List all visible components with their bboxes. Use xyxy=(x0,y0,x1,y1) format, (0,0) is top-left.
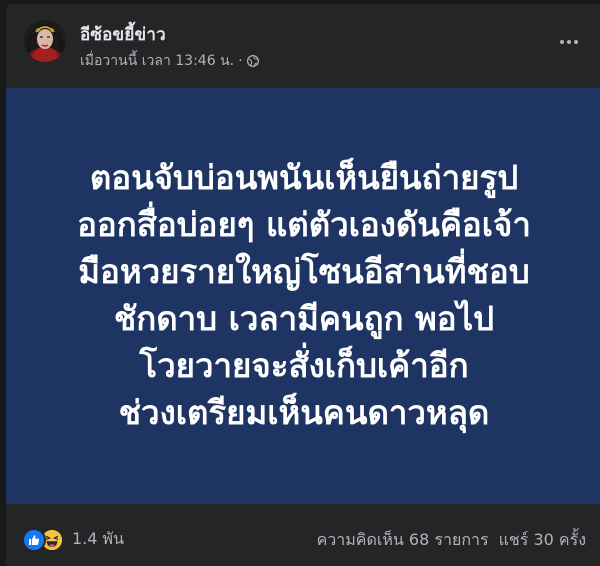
post-text-line: ช่วงเตรียมเห็นคนดาวหลุด xyxy=(118,393,490,432)
post-text-line: โวยวายจะสั่งเก็บเค้าอีก xyxy=(139,346,469,385)
engagement-stats: ความคิดเห็น 68 รายการ แชร์ 30 ครั้ง xyxy=(317,528,586,553)
more-dot xyxy=(567,40,571,44)
globe-icon[interactable] xyxy=(246,54,259,68)
post-timestamp[interactable]: เมื่อวานนี้ เวลา 13:46 น. xyxy=(80,50,234,72)
post-text: ตอนจับบ่อนพนันเห็นยืนถ่ายรูป ออกสื่อบ่อย… xyxy=(24,154,584,436)
reaction-count[interactable]: 1.4 พัน xyxy=(72,527,124,552)
post-text-background[interactable]: ตอนจับบ่อนพนันเห็นยืนถ่ายรูป ออกสื่อบ่อย… xyxy=(6,88,600,504)
post-card: อีซ้อขยี้ข่าว เมื่อวานนี้ เวลา 13:46 น. … xyxy=(6,4,600,566)
avatar-image xyxy=(24,20,66,62)
like-icon[interactable] xyxy=(22,527,46,552)
post-text-line: ชักดาบ เวลามีคนถูก พอไป xyxy=(113,299,495,338)
stats-spacer xyxy=(489,528,499,553)
avatar[interactable] xyxy=(24,20,66,62)
more-options-icon[interactable] xyxy=(554,32,584,52)
post-text-line: ตอนจับบ่อนพนันเห็นยืนถ่ายรูป xyxy=(89,158,519,197)
meta-separator: · xyxy=(238,53,243,69)
reactions-summary[interactable]: 1.4 พัน xyxy=(22,527,124,552)
more-dot xyxy=(574,40,578,44)
post-text-line: มือหวยรายใหญ่โซนอีสานที่ชอบ xyxy=(78,252,530,291)
more-dot xyxy=(560,40,564,44)
comments-count[interactable]: ความคิดเห็น 68 รายการ xyxy=(317,528,489,553)
shares-count[interactable]: แชร์ 30 ครั้ง xyxy=(499,528,586,553)
post-text-line: ออกสื่อบ่อยๆ แต่ตัวเองดันคือเจ้า xyxy=(77,205,531,244)
post-header: อีซ้อขยี้ข่าว เมื่อวานนี้ เวลา 13:46 น. … xyxy=(6,4,600,84)
post-footer: 1.4 พัน ความคิดเห็น 68 รายการ แชร์ 30 คร… xyxy=(6,504,600,566)
post-meta: เมื่อวานนี้ เวลา 13:46 น. · xyxy=(80,52,259,70)
page-name[interactable]: อีซ้อขยี้ข่าว xyxy=(80,21,166,48)
